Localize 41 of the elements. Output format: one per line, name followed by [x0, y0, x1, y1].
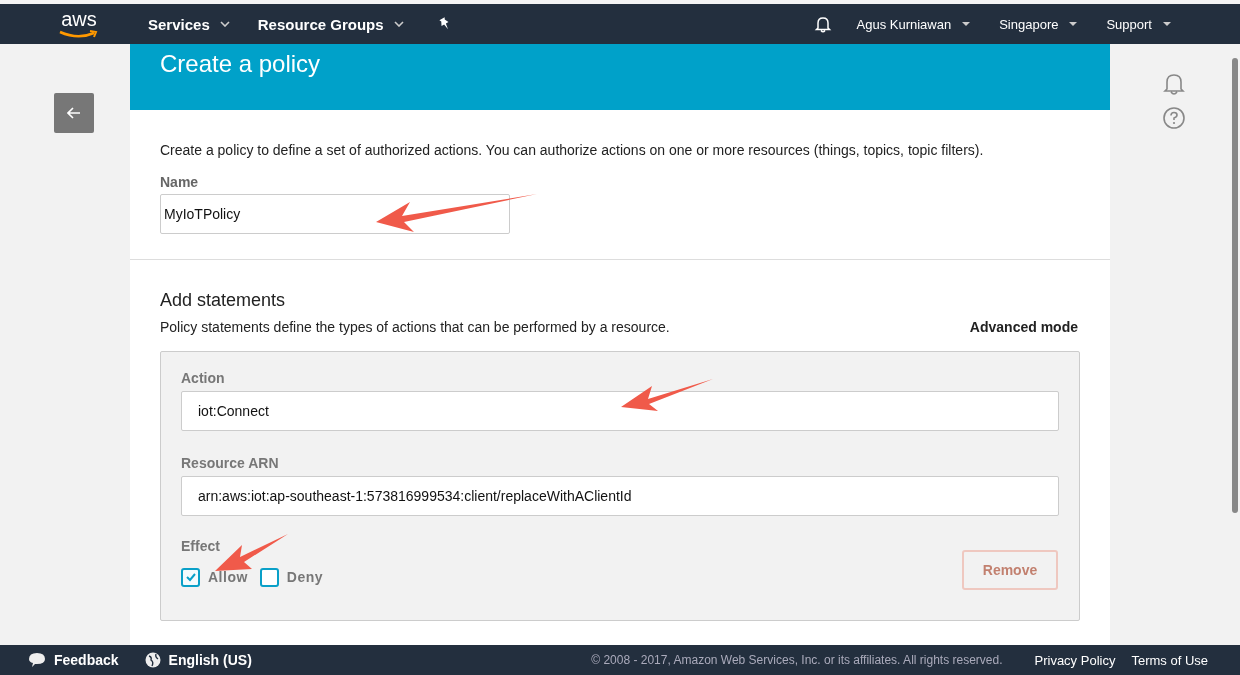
feedback-link[interactable]: Feedback: [54, 652, 119, 668]
field-label: Action: [181, 370, 226, 386]
logo[interactable]: aws: [58, 8, 100, 40]
action-input-field[interactable]: iot:Connect: [181, 391, 1059, 431]
section-description: Policy statements define the types of actions that can be performed by a resource.: [160, 319, 670, 335]
checkbox[interactable]: [181, 567, 200, 587]
back-arrow-icon: [67, 107, 81, 119]
nav-menu[interactable]: Agus Kurniawan: [856, 16, 972, 32]
section-title: Add statements: [160, 290, 287, 311]
copyright-text: © 2008 - 2017, Amazon Web Services, Inc. or its affiliates. All rights reserved.: [591, 653, 1003, 667]
nav-menu[interactable]: Support: [1106, 16, 1172, 32]
checkbox[interactable]: [259, 567, 279, 587]
checkmark-icon: [184, 572, 197, 582]
scrollbar[interactable]: [1232, 58, 1238, 513]
notification-bell-icon[interactable]: [1162, 72, 1186, 96]
chevron-down-icon: [219, 21, 230, 27]
caret-icon: [1162, 21, 1172, 27]
name-input-field[interactable]: MyIoTPolicy: [160, 194, 510, 234]
globe-icon[interactable]: [144, 652, 161, 668]
nav-menu[interactable]: Services: [148, 15, 230, 33]
help-icon[interactable]: [1162, 106, 1186, 130]
nav-menu[interactable]: Singapore: [999, 16, 1079, 32]
checkbox-label[interactable]: Allow: [208, 569, 248, 585]
page-description: Create a policy to define a set of authorized actions. You can authorize actions on one or more resources (things, topics, topic filters).: [160, 142, 985, 158]
field-label: Effect: [181, 538, 221, 554]
chevron-down-icon: [393, 21, 404, 27]
footer-link[interactable]: Privacy Policy: [1034, 652, 1116, 668]
back-button[interactable]: [54, 93, 94, 133]
caret-icon: [1068, 21, 1079, 27]
field-label: Name: [160, 174, 200, 190]
advanced-mode-link[interactable]: Advanced mode: [969, 319, 1078, 335]
resource-arn-input-field[interactable]: arn:aws:iot:ap-southeast-1:573816999534:client/replaceWithAClientId: [181, 476, 1059, 516]
caret-icon: [961, 21, 972, 27]
checkbox-label[interactable]: Deny: [286, 569, 324, 585]
footer-link[interactable]: Terms of Use: [1131, 652, 1208, 668]
bell-icon[interactable]: [813, 15, 832, 33]
page-title: Create a policy: [160, 50, 322, 78]
speech-bubble-icon[interactable]: [28, 652, 46, 668]
nav-menu[interactable]: Resource Groups: [257, 15, 404, 33]
field-label: Resource ARN: [181, 455, 280, 471]
language-selector[interactable]: English (US): [168, 652, 252, 668]
